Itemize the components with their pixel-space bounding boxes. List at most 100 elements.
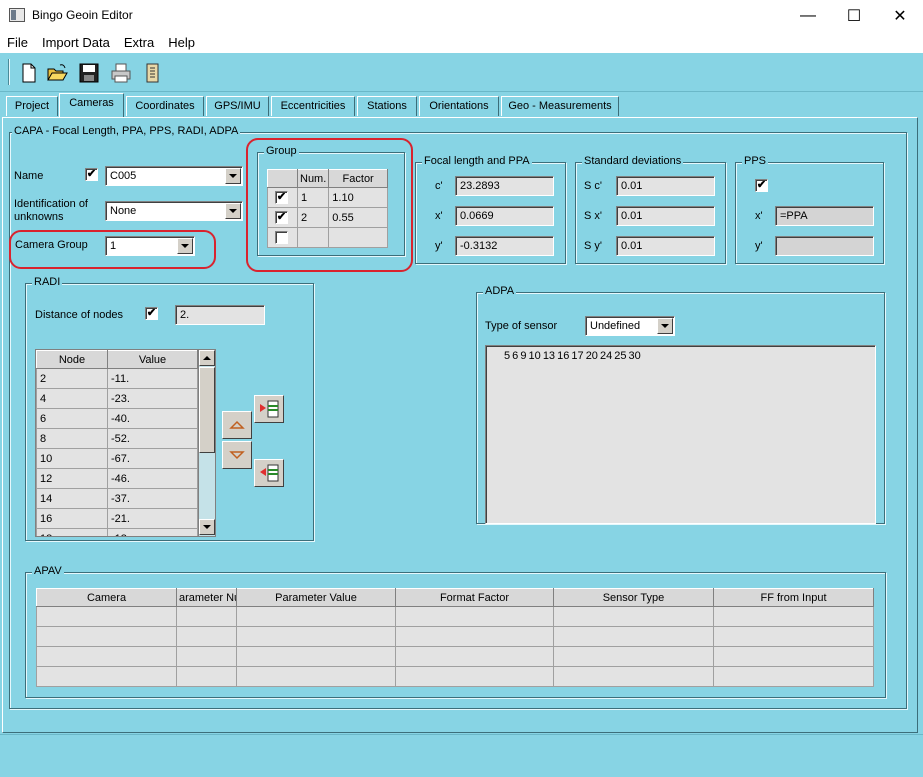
delete-row-button[interactable]: [254, 459, 284, 487]
table-row[interactable]: 6 -40.: [36, 408, 198, 429]
table-row[interactable]: [36, 626, 874, 647]
tab-coordinates[interactable]: Coordinates: [126, 96, 204, 116]
radi-node-cell[interactable]: 16: [36, 508, 108, 529]
distance-field[interactable]: 2.: [175, 305, 265, 325]
pps-y-field[interactable]: [775, 236, 874, 256]
radi-node-cell[interactable]: 8: [36, 428, 108, 449]
apav-cell[interactable]: [36, 626, 177, 647]
chevron-down-icon[interactable]: [657, 318, 673, 334]
radi-node-cell[interactable]: 2: [36, 368, 108, 389]
new-file-icon[interactable]: [18, 62, 40, 84]
table-row[interactable]: 18-18: [36, 528, 198, 536]
group-factor-cell[interactable]: 1.10: [328, 187, 388, 208]
apav-cell[interactable]: [713, 666, 874, 687]
identification-select[interactable]: None: [105, 201, 243, 221]
apav-cell[interactable]: [713, 646, 874, 667]
group-num-cell[interactable]: 2: [296, 207, 330, 228]
menu-help[interactable]: Help: [161, 31, 202, 53]
tab-geo-measurements[interactable]: Geo - Measurements: [501, 96, 619, 116]
tab-project[interactable]: Project: [6, 96, 58, 116]
minimize-button[interactable]: —: [785, 0, 831, 31]
radi-value-cell[interactable]: -37.: [107, 488, 198, 509]
camera-name-select[interactable]: C005: [105, 166, 243, 186]
apav-cell[interactable]: [395, 666, 554, 687]
table-row[interactable]: [36, 666, 874, 687]
adpa-parameter-list[interactable]: 5 6 9 10 13 16 17 20 24 25 30: [485, 345, 876, 524]
stddev-y-field[interactable]: 0.01: [616, 236, 715, 256]
radi-value-cell[interactable]: -18: [107, 528, 198, 536]
apav-cell[interactable]: [176, 606, 237, 627]
group-row-checkbox[interactable]: ✔: [275, 191, 288, 204]
open-folder-icon[interactable]: [46, 62, 68, 84]
group-num-cell[interactable]: [296, 227, 330, 248]
sensor-type-select[interactable]: Undefined: [585, 316, 675, 336]
radi-value-cell[interactable]: -46.: [107, 468, 198, 489]
pps-x-field[interactable]: =PPA: [775, 206, 874, 226]
apav-cell[interactable]: [176, 666, 237, 687]
group-num-cell[interactable]: 1: [296, 187, 330, 208]
ppa-y-field[interactable]: -0.3132: [455, 236, 554, 256]
tab-orientations[interactable]: Orientations: [419, 96, 499, 116]
radi-value-cell[interactable]: -23.: [107, 388, 198, 409]
table-row[interactable]: 12 -46.: [36, 468, 198, 489]
table-row[interactable]: 4 -23.: [36, 388, 198, 409]
apav-cell[interactable]: [395, 626, 554, 647]
ppa-x-field[interactable]: 0.0669: [455, 206, 554, 226]
table-row[interactable]: [36, 646, 874, 667]
pps-checkbox[interactable]: ✔: [755, 179, 768, 192]
table-row[interactable]: ✔ 2 0.55: [267, 207, 388, 228]
radi-value-cell[interactable]: -67.: [107, 448, 198, 469]
group-row-checkbox[interactable]: [275, 231, 288, 244]
tab-eccentricities[interactable]: Eccentricities: [271, 96, 355, 116]
camera-group-select[interactable]: 1: [105, 236, 195, 256]
apav-cell[interactable]: [553, 646, 714, 667]
stddev-x-field[interactable]: 0.01: [616, 206, 715, 226]
group-row-check-cell[interactable]: [267, 227, 298, 248]
apav-cell[interactable]: [713, 626, 874, 647]
insert-row-button[interactable]: [254, 395, 284, 423]
apav-cell[interactable]: [36, 606, 177, 627]
apav-cell[interactable]: [236, 666, 396, 687]
name-checkbox[interactable]: ✔: [85, 168, 98, 181]
distance-checkbox[interactable]: ✔: [145, 307, 158, 320]
table-row[interactable]: ✔ 1 1.10: [267, 187, 388, 208]
apav-cell[interactable]: [176, 626, 237, 647]
scroll-down-icon[interactable]: [199, 519, 215, 535]
table-row[interactable]: 16 -21.: [36, 508, 198, 529]
radi-node-cell[interactable]: 6: [36, 408, 108, 429]
table-row[interactable]: [267, 227, 388, 248]
apav-cell[interactable]: [176, 646, 237, 667]
radi-node-cell[interactable]: 18: [36, 528, 108, 536]
apav-cell[interactable]: [395, 606, 554, 627]
move-up-button[interactable]: [222, 411, 252, 439]
radi-value-cell[interactable]: -21.: [107, 508, 198, 529]
menu-file[interactable]: File: [0, 31, 35, 53]
group-row-check-cell[interactable]: ✔: [267, 207, 298, 228]
apav-cell[interactable]: [395, 646, 554, 667]
radi-value-cell[interactable]: -40.: [107, 408, 198, 429]
tab-cameras[interactable]: Cameras: [59, 93, 124, 117]
table-row[interactable]: 8 -52.: [36, 428, 198, 449]
table-row[interactable]: 14 -37.: [36, 488, 198, 509]
apav-cell[interactable]: [36, 666, 177, 687]
apav-cell[interactable]: [553, 606, 714, 627]
radi-node-cell[interactable]: 14: [36, 488, 108, 509]
scroll-thumb[interactable]: [199, 367, 215, 453]
chevron-down-icon[interactable]: [225, 168, 241, 184]
radi-value-cell[interactable]: -11.: [107, 368, 198, 389]
radi-scrollbar[interactable]: [198, 350, 215, 536]
focal-c-field[interactable]: 23.2893: [455, 176, 554, 196]
apav-cell[interactable]: [236, 646, 396, 667]
radi-value-cell[interactable]: -52.: [107, 428, 198, 449]
group-row-check-cell[interactable]: ✔: [267, 187, 298, 208]
tab-gps-imu[interactable]: GPS/IMU: [206, 96, 269, 116]
table-row[interactable]: 10 -67.: [36, 448, 198, 469]
group-row-checkbox[interactable]: ✔: [275, 211, 288, 224]
close-button[interactable]: ✕: [877, 0, 923, 31]
scroll-up-icon[interactable]: [199, 350, 215, 366]
menu-import-data[interactable]: Import Data: [35, 31, 117, 53]
save-disk-icon[interactable]: [78, 62, 100, 84]
group-factor-cell[interactable]: [328, 227, 388, 248]
table-row[interactable]: [36, 606, 874, 627]
table-row[interactable]: 2 -11.: [36, 368, 198, 389]
